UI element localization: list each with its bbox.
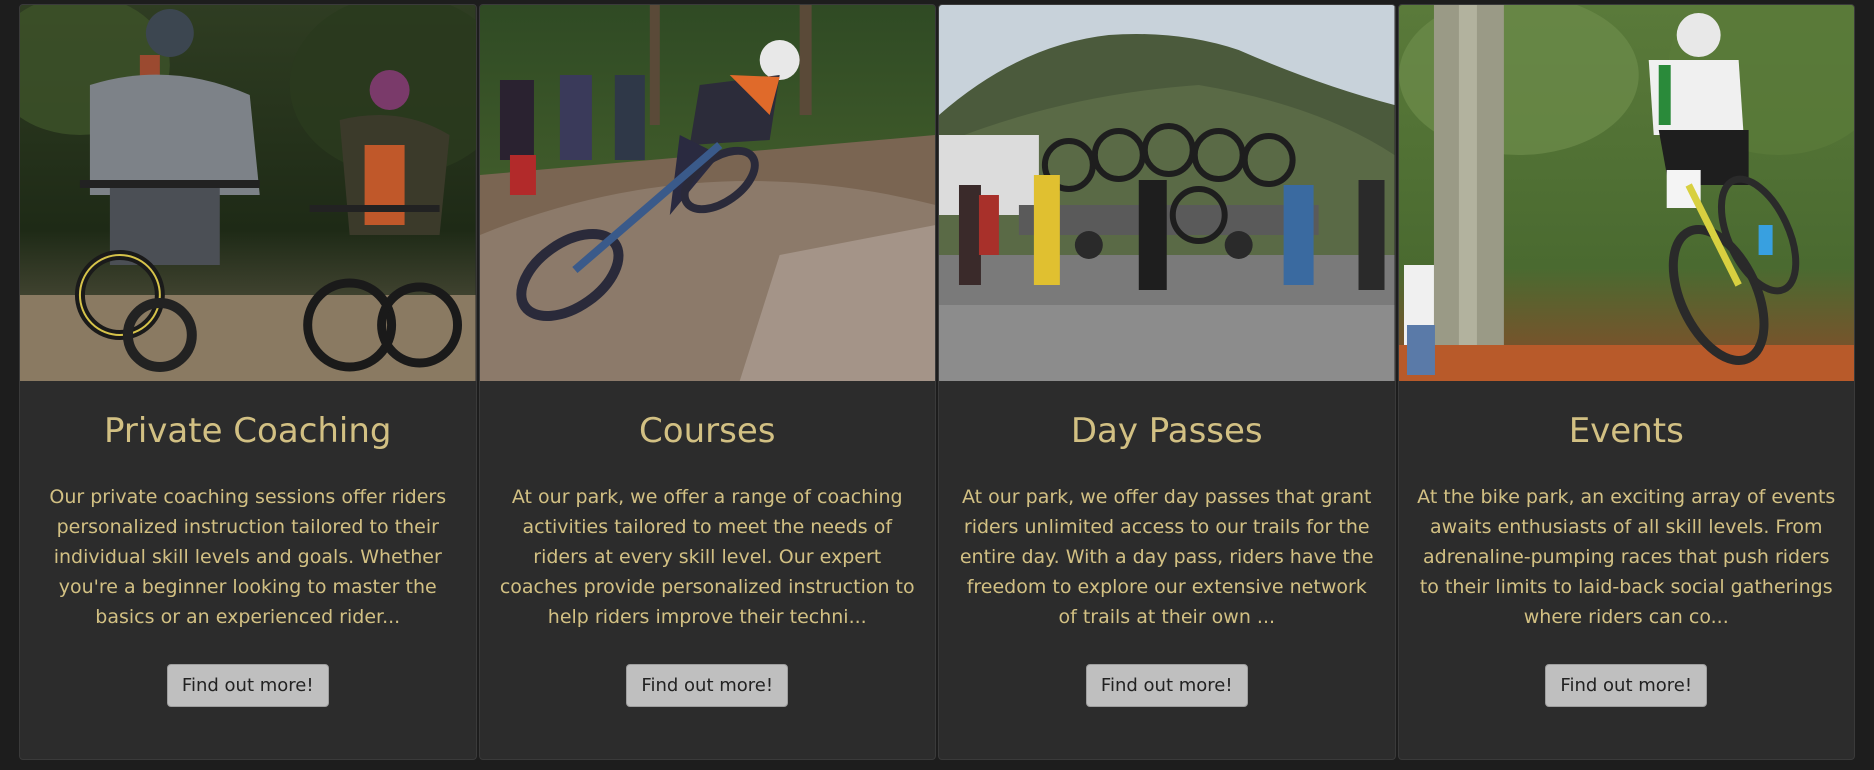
two-riders-photo-icon [20,5,476,381]
find-out-more-button[interactable]: Find out more! [166,663,329,707]
card-image [20,5,476,381]
card-title: Courses [639,411,776,451]
card-events: Events At the bike park, an exciting arr… [1397,4,1855,760]
bike-trailer-photo-icon [939,5,1395,381]
find-out-more-button[interactable]: Find out more! [1545,663,1708,707]
card-description: At the bike park, an exciting array of e… [1417,485,1836,628]
card-title: Private Coaching [103,411,392,451]
card-day-passes: Day Passes At our park, we offer day pas… [938,4,1396,760]
card-description: At our park, we offer a range of coachin… [499,485,915,628]
find-out-more-button[interactable]: Find out more! [626,663,789,707]
card-title: Day Passes [1070,411,1263,451]
card-image [1398,5,1854,381]
find-out-more-button[interactable]: Find out more! [1085,663,1248,707]
rider-cornering-photo-icon [479,5,935,381]
card-courses: Courses At our park, we offer a range of… [478,4,936,760]
card-image [939,5,1395,381]
service-cards: Private Coaching Our private coaching se… [19,4,1855,760]
race-rider-photo-icon [1398,5,1854,381]
card-title: Events [1568,411,1684,451]
card-description: Our private coaching sessions offer ride… [49,485,447,628]
card-description: At our park, we offer day passes that gr… [959,485,1374,628]
card-image [479,5,935,381]
card-private-coaching: Private Coaching Our private coaching se… [19,4,477,760]
